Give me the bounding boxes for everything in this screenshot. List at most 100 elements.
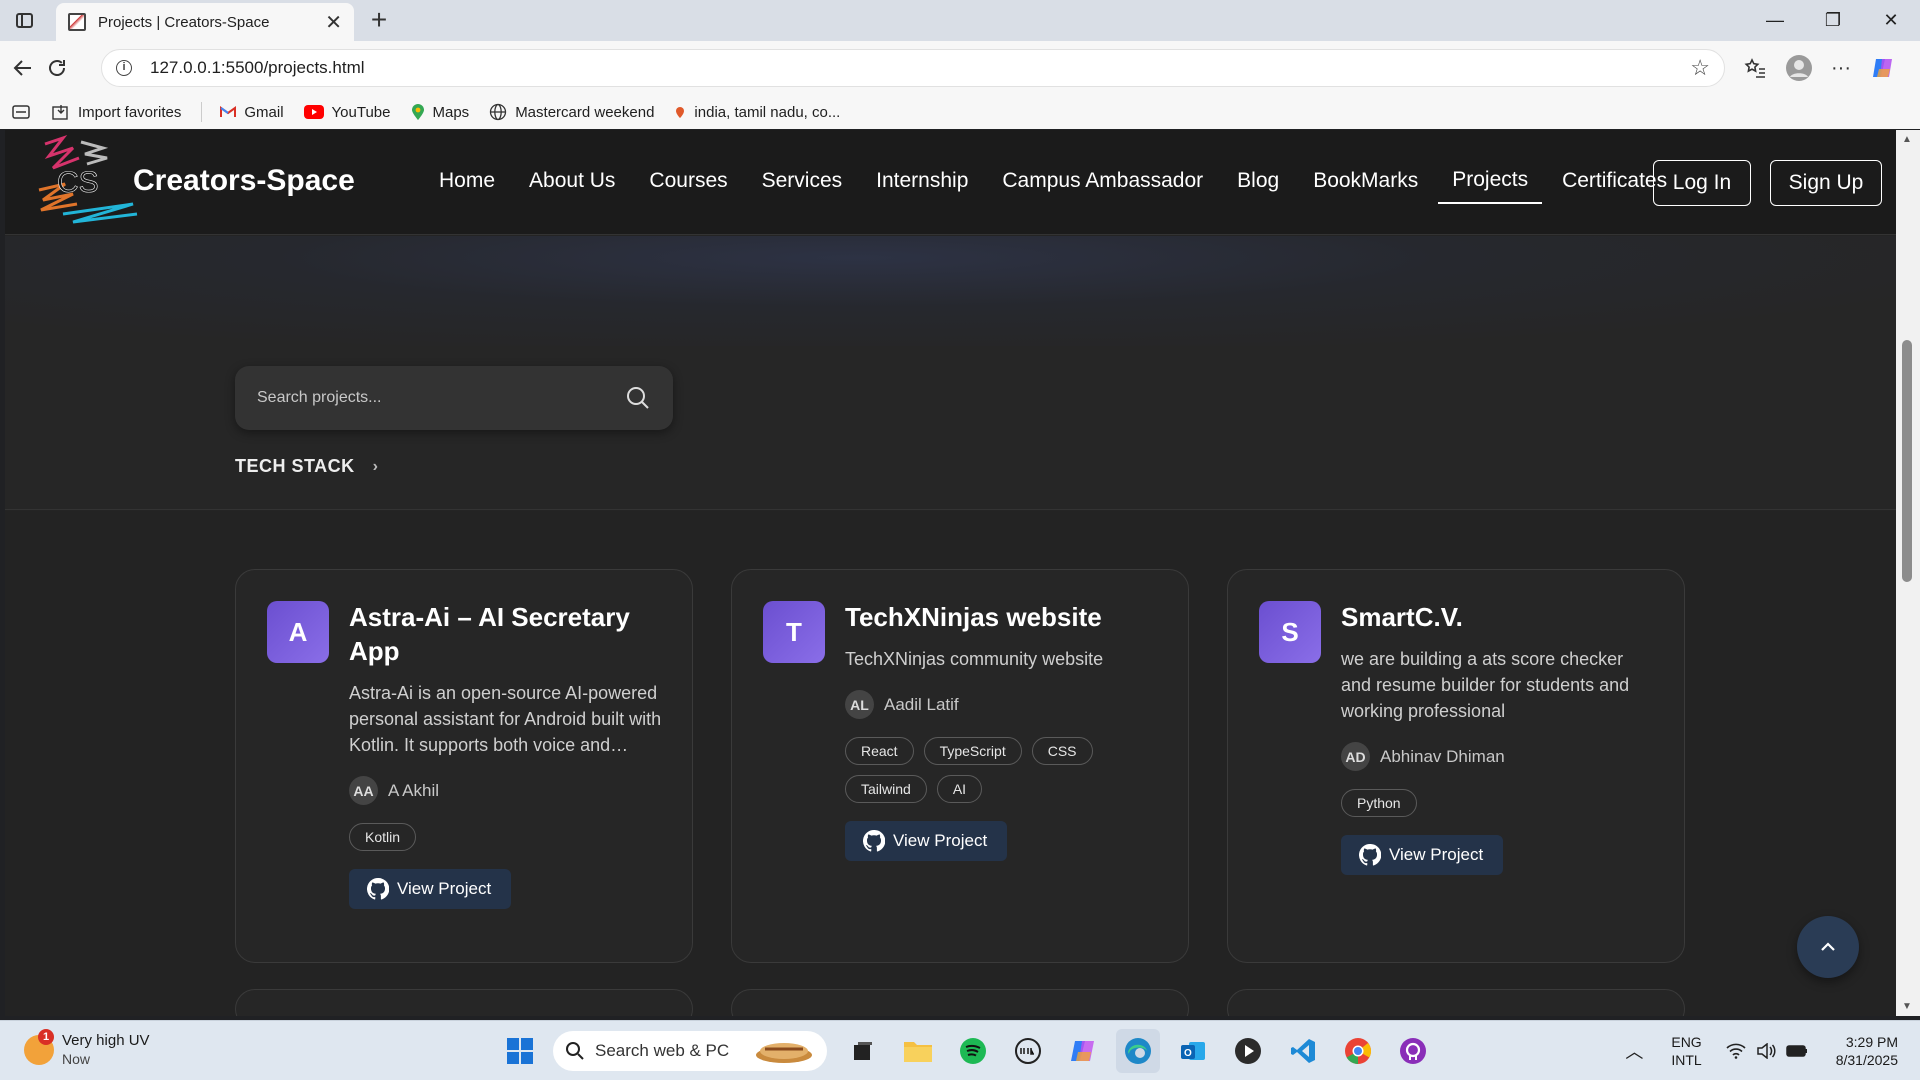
project-card-partial bbox=[731, 989, 1189, 1016]
svg-text:CS: CS bbox=[57, 166, 99, 199]
system-tray: ︿ ENG INTL 3:29 PM 8/31/2025 bbox=[1625, 1021, 1920, 1080]
pin-icon bbox=[676, 107, 685, 118]
url-text[interactable]: 127.0.0.1:5500/projects.html bbox=[150, 58, 1690, 78]
volume-icon[interactable] bbox=[1756, 1043, 1776, 1059]
favorite-gmail[interactable]: Gmail bbox=[220, 104, 284, 121]
tab-strip-icon[interactable] bbox=[12, 105, 30, 119]
close-tab-icon[interactable]: ✕ bbox=[325, 10, 342, 35]
browser-tab[interactable]: Projects | Creators-Space ✕ bbox=[56, 3, 354, 41]
language-indicator[interactable]: ENG INTL bbox=[1671, 1033, 1701, 1069]
nav-link-projects[interactable]: Projects bbox=[1438, 160, 1543, 204]
search-icon bbox=[566, 1042, 584, 1060]
chrome-icon[interactable] bbox=[1336, 1029, 1380, 1073]
scroll-up-arrow-icon[interactable]: ▲ bbox=[1902, 134, 1912, 145]
tab-actions-button[interactable] bbox=[10, 8, 38, 32]
nav-link-about-us[interactable]: About Us bbox=[515, 161, 629, 203]
favorite-label: Mastercard weekend bbox=[515, 103, 655, 121]
close-window-button[interactable]: ✕ bbox=[1862, 0, 1920, 41]
edge-browser-icon[interactable] bbox=[1116, 1029, 1160, 1073]
nav-link-courses[interactable]: Courses bbox=[635, 161, 741, 203]
site-info-icon[interactable]: i bbox=[116, 60, 132, 76]
favorite-youtube[interactable]: YouTube bbox=[303, 104, 391, 121]
weather-widget[interactable]: 1 Very high UV Now bbox=[24, 1029, 150, 1069]
refresh-button[interactable] bbox=[42, 53, 72, 83]
restore-button[interactable]: ❐ bbox=[1804, 0, 1862, 41]
nav-link-services[interactable]: Services bbox=[748, 161, 857, 203]
media-player-icon[interactable] bbox=[1226, 1029, 1270, 1073]
view-project-button[interactable]: View Project bbox=[349, 869, 512, 909]
favorite-label: Import favorites bbox=[78, 103, 182, 121]
brand-name[interactable]: Creators-Space bbox=[133, 164, 355, 198]
clock[interactable]: 3:29 PM 8/31/2025 bbox=[1836, 1033, 1898, 1069]
project-search-box[interactable] bbox=[235, 366, 673, 430]
nav-link-bookmarks[interactable]: BookMarks bbox=[1299, 161, 1432, 203]
more-options-icon[interactable]: ··· bbox=[1824, 51, 1858, 85]
search-icon[interactable] bbox=[625, 385, 651, 411]
nav-link-home[interactable]: Home bbox=[425, 161, 509, 203]
start-button[interactable] bbox=[498, 1029, 542, 1073]
view-project-button[interactable]: View Project bbox=[845, 821, 1008, 861]
project-title: Astra-Ai – AI Secretary App bbox=[349, 602, 630, 666]
file-explorer-icon[interactable] bbox=[896, 1029, 940, 1073]
github-icon bbox=[863, 830, 885, 852]
search-highlight-image-icon bbox=[756, 1043, 812, 1063]
battery-icon[interactable] bbox=[1785, 1044, 1808, 1058]
dell-icon[interactable] bbox=[1006, 1029, 1050, 1073]
scroll-down-arrow-icon[interactable]: ▼ bbox=[1902, 1001, 1912, 1012]
minimize-button[interactable]: — bbox=[1746, 0, 1804, 41]
spotify-icon[interactable] bbox=[951, 1029, 995, 1073]
address-bar[interactable]: i 127.0.0.1:5500/projects.html ☆ bbox=[101, 49, 1725, 87]
search-input[interactable] bbox=[257, 389, 625, 407]
favorite-mastercard[interactable]: Mastercard weekend bbox=[489, 103, 654, 121]
tech-stack-label: TECH STACK bbox=[235, 456, 355, 476]
chevron-right-icon: › bbox=[372, 457, 379, 475]
github-desktop-icon[interactable] bbox=[1391, 1029, 1435, 1073]
project-author: AL Aadil Latif bbox=[845, 690, 1158, 719]
tech-tag[interactable]: React bbox=[845, 737, 914, 765]
tech-stack-filter[interactable]: TECH STACK › bbox=[235, 456, 379, 477]
copilot-icon[interactable] bbox=[1866, 51, 1900, 85]
chevron-up-tray-icon[interactable]: ︿ bbox=[1625, 1038, 1643, 1064]
address-toolbar: i 127.0.0.1:5500/projects.html ☆ ··· bbox=[0, 41, 1920, 95]
favorite-maps[interactable]: Maps bbox=[411, 103, 469, 121]
favorite-location[interactable]: india, tamil nadu, co... bbox=[674, 104, 840, 121]
page-scrollbar[interactable]: ▲ ▼ bbox=[1896, 130, 1920, 1016]
new-tab-button[interactable]: + bbox=[364, 4, 394, 36]
scroll-to-top-button[interactable] bbox=[1797, 916, 1859, 978]
tech-tag[interactable]: TypeScript bbox=[923, 737, 1022, 765]
site-favicon-icon bbox=[68, 13, 86, 31]
tech-tag[interactable]: CSS bbox=[1031, 737, 1093, 765]
creators-space-logo[interactable]: CS bbox=[33, 134, 139, 232]
nav-link-blog[interactable]: Blog bbox=[1223, 161, 1293, 203]
task-view-icon[interactable] bbox=[841, 1029, 885, 1073]
clock-time: 3:29 PM bbox=[1845, 1034, 1898, 1050]
view-project-button[interactable]: View Project bbox=[1341, 835, 1504, 875]
favorites-icon[interactable] bbox=[1738, 51, 1772, 85]
wifi-icon[interactable] bbox=[1726, 1043, 1746, 1059]
tech-tag[interactable]: Python bbox=[1341, 789, 1417, 817]
login-button[interactable]: Log In bbox=[1653, 160, 1751, 206]
site-navbar: CS Creators-Space Home About Us Courses Ser… bbox=[5, 130, 1896, 235]
weather-subtitle: Now bbox=[62, 1051, 91, 1067]
nav-link-campus-ambassador[interactable]: Campus Ambassador bbox=[988, 161, 1217, 203]
vscode-icon[interactable] bbox=[1281, 1029, 1325, 1073]
copilot-app-icon[interactable] bbox=[1061, 1029, 1105, 1073]
scrollbar-thumb[interactable] bbox=[1902, 340, 1912, 582]
nav-link-internship[interactable]: Internship bbox=[862, 161, 982, 203]
taskbar-search[interactable]: Search web & PC bbox=[553, 1031, 827, 1071]
project-card-partial bbox=[235, 989, 693, 1016]
windows-taskbar: 1 Very high UV Now Search web & PC O ︿ E… bbox=[0, 1020, 1920, 1080]
author-name: A Akhil bbox=[388, 780, 440, 800]
favorite-import[interactable]: Import favorites bbox=[52, 104, 181, 121]
tech-tag[interactable]: Kotlin bbox=[349, 823, 417, 851]
favorite-star-icon[interactable]: ☆ bbox=[1690, 55, 1710, 81]
favorite-label: india, tamil nadu, co... bbox=[694, 103, 841, 121]
profile-avatar-icon[interactable] bbox=[1782, 51, 1816, 85]
back-button[interactable] bbox=[8, 53, 38, 83]
signup-button[interactable]: Sign Up bbox=[1770, 160, 1882, 206]
tech-tag[interactable]: AI bbox=[936, 775, 983, 803]
tech-tag[interactable]: Tailwind bbox=[845, 775, 927, 803]
outlook-icon[interactable]: O bbox=[1171, 1029, 1215, 1073]
taskbar-search-label: Search web & PC bbox=[595, 1041, 730, 1060]
view-project-label: View Project bbox=[397, 879, 492, 898]
